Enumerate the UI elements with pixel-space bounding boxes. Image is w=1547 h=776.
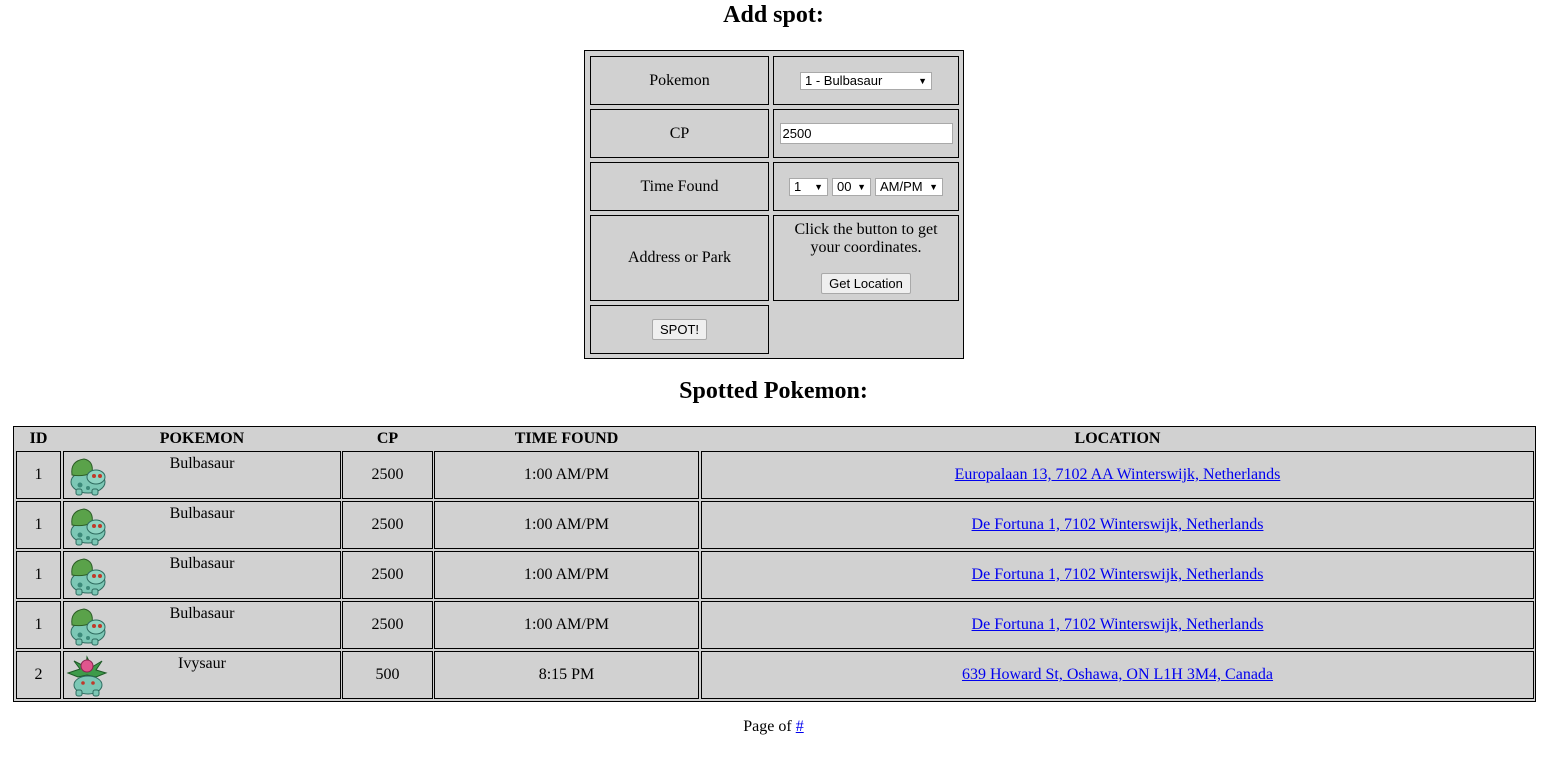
spot-cell: SPOT!	[590, 305, 769, 354]
dropdown-arrow-icon: ▼	[857, 181, 866, 192]
header-location: LOCATION	[1074, 430, 1161, 447]
cell-cp: 2500	[342, 501, 433, 549]
pokemon-cell: 1 - Bulbasaur ▼	[773, 56, 959, 105]
cell-time-found: 1:00 AM/PM	[434, 501, 699, 549]
cp-label: CP	[590, 109, 769, 158]
pokemon-select-value: 1 - Bulbasaur	[805, 73, 883, 88]
bulbasaur-icon	[66, 605, 108, 647]
location-link[interactable]: De Fortuna 1, 7102 Winterswijk, Netherla…	[972, 516, 1264, 534]
cell-id: 1	[16, 501, 61, 549]
ampm-select-value: AM/PM	[880, 179, 923, 194]
pokemon-name: Bulbasaur	[169, 505, 235, 522]
minute-select[interactable]: 00 ▼	[832, 177, 871, 196]
get-location-button[interactable]: Get Location	[821, 273, 911, 294]
bulbasaur-icon	[66, 505, 108, 547]
cell-pokemon: Ivysaur	[63, 651, 341, 699]
minute-select-value: 00	[837, 179, 852, 194]
cell-pokemon: Bulbasaur	[63, 551, 341, 599]
cell-id: 1	[16, 601, 61, 649]
dropdown-arrow-icon: ▼	[929, 181, 938, 192]
header-id: ID	[29, 430, 48, 447]
pager-label: Page of	[743, 718, 792, 735]
cell-id: 2	[16, 651, 61, 699]
spotted-table: ID POKEMON CP TIME FOUND LOCATION 1 Bulba…	[13, 426, 1536, 702]
cell-location: De Fortuna 1, 7102 Winterswijk, Netherla…	[701, 601, 1534, 649]
cell-location: De Fortuna 1, 7102 Winterswijk, Netherla…	[701, 551, 1534, 599]
add-spot-title: Add spot:	[723, 2, 824, 28]
location-link[interactable]: De Fortuna 1, 7102 Winterswijk, Netherla…	[972, 616, 1264, 634]
location-link[interactable]: Europalaan 13, 7102 AA Winterswijk, Neth…	[955, 466, 1281, 484]
cell-id: 1	[16, 551, 61, 599]
header-time-found: TIME FOUND	[514, 430, 619, 447]
pokemon-name: Bulbasaur	[169, 555, 235, 572]
pokemon-name: Ivysaur	[178, 655, 226, 672]
cell-cp: 2500	[342, 551, 433, 599]
spotted-title: Spotted Pokemon:	[679, 378, 868, 404]
location-link[interactable]: 639 Howard St, Oshawa, ON L1H 3M4, Canad…	[962, 666, 1273, 684]
cell-cp: 2500	[342, 601, 433, 649]
cell-location: 639 Howard St, Oshawa, ON L1H 3M4, Canad…	[701, 651, 1534, 699]
bulbasaur-icon	[66, 555, 108, 597]
hour-select[interactable]: 1 ▼	[789, 177, 828, 196]
cp-input[interactable]: 2500	[779, 123, 953, 144]
pager: Page of #	[0, 718, 1547, 736]
address-label: Address or Park	[590, 215, 769, 301]
ampm-select[interactable]: AM/PM ▼	[875, 177, 943, 196]
cell-id: 1	[16, 451, 61, 499]
cell-time-found: 1:00 AM/PM	[434, 451, 699, 499]
cell-location: Europalaan 13, 7102 AA Winterswijk, Neth…	[701, 451, 1534, 499]
pokemon-label: Pokemon	[590, 56, 769, 105]
add-spot-form: Pokemon 1 - Bulbasaur ▼ CP 2500 Time Fou…	[584, 50, 964, 359]
cell-time-found: 1:00 AM/PM	[434, 551, 699, 599]
cell-location: De Fortuna 1, 7102 Winterswijk, Netherla…	[701, 501, 1534, 549]
cell-cp: 500	[342, 651, 433, 699]
pokemon-select[interactable]: 1 - Bulbasaur ▼	[800, 71, 932, 90]
location-message: Click the button to get your coordinates…	[794, 221, 938, 256]
dropdown-arrow-icon: ▼	[918, 75, 927, 86]
header-pokemon: POKEMON	[159, 430, 245, 447]
cell-time-found: 1:00 AM/PM	[434, 601, 699, 649]
cell-pokemon: Bulbasaur	[63, 451, 341, 499]
cell-time-found: 8:15 PM	[434, 651, 699, 699]
hour-select-value: 1	[794, 179, 802, 194]
spot-button[interactable]: SPOT!	[651, 319, 707, 340]
bulbasaur-icon	[66, 455, 108, 497]
address-cell: Click the button to get your coordinates…	[773, 215, 959, 301]
cell-pokemon: Bulbasaur	[63, 501, 341, 549]
ivysaur-icon	[66, 655, 108, 697]
dropdown-arrow-icon: ▼	[814, 181, 823, 192]
cell-pokemon: Bulbasaur	[63, 601, 341, 649]
time-found-label: Time Found	[590, 162, 769, 211]
pokemon-name: Bulbasaur	[169, 455, 235, 472]
cell-cp: 2500	[342, 451, 433, 499]
cp-cell: 2500	[773, 109, 959, 158]
pager-link[interactable]: #	[796, 718, 804, 735]
time-found-cell: 1 ▼ 00 ▼ AM/PM ▼	[773, 162, 959, 211]
location-link[interactable]: De Fortuna 1, 7102 Winterswijk, Netherla…	[972, 566, 1264, 584]
pokemon-name: Bulbasaur	[169, 605, 235, 622]
header-cp: CP	[376, 430, 399, 447]
